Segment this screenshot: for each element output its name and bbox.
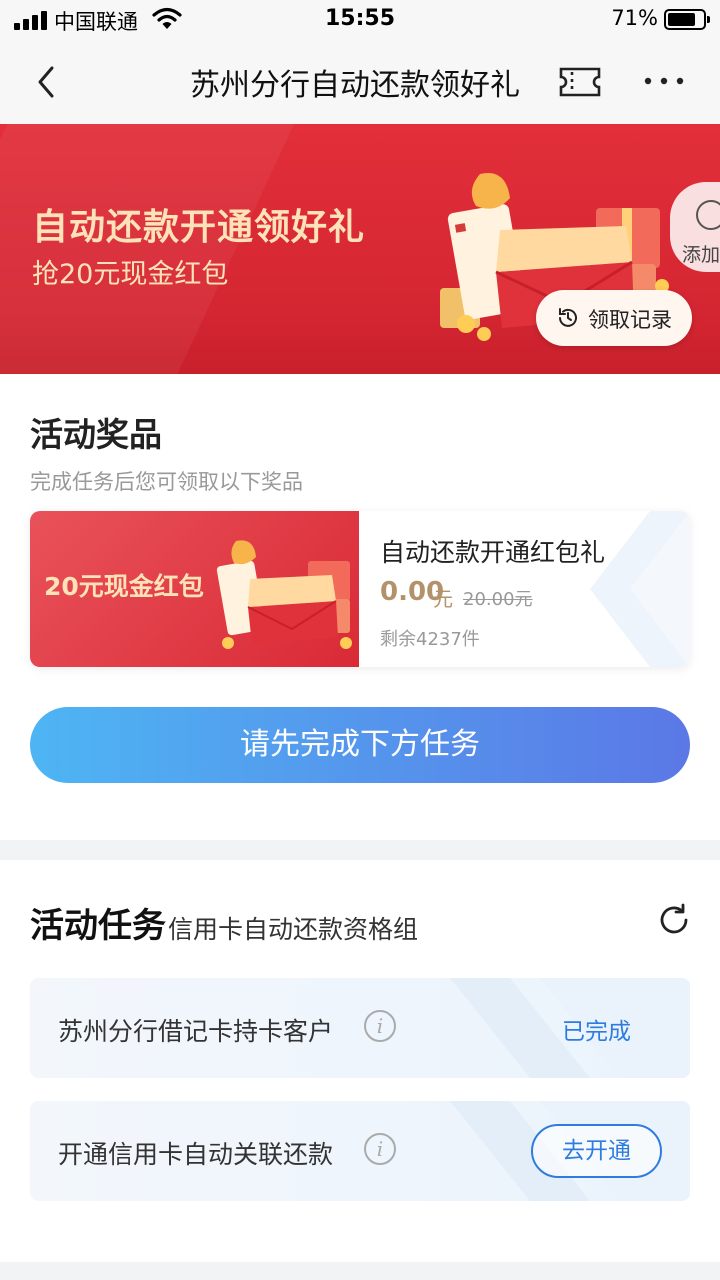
info-icon[interactable]: i bbox=[364, 1010, 396, 1042]
task-group-name: 信用卡自动还款资格组 bbox=[168, 915, 419, 944]
prize-section: 活动奖品 完成任务后您可领取以下奖品 20元现金红包 自动还款开通红包礼 0.0… bbox=[0, 374, 720, 840]
task-label: 开通信用卡自动关联还款 bbox=[58, 1140, 334, 1169]
more-icon[interactable] bbox=[640, 60, 688, 100]
history-icon bbox=[559, 308, 577, 327]
banner-subtitle: 抢20元现金红包 bbox=[32, 259, 229, 290]
back-icon[interactable] bbox=[30, 62, 66, 102]
add-shortcut-button[interactable]: 添加 bbox=[670, 182, 720, 272]
ticket-icon[interactable] bbox=[558, 66, 602, 98]
page-title: 苏州分行自动还款领好礼 bbox=[190, 68, 520, 103]
task-section-title: 活动任务 bbox=[30, 906, 166, 946]
task-section: 活动任务 信用卡自动还款资格组 苏州分行借记卡持卡客户 i 已完成 开通信用卡自… bbox=[0, 860, 720, 1262]
task-status-done: 已完成 bbox=[562, 1019, 631, 1045]
prize-image-label: 20元现金红包 bbox=[44, 572, 204, 601]
prize-section-title: 活动奖品 bbox=[30, 415, 162, 454]
prize-card[interactable]: 20元现金红包 自动还款开通红包礼 0.00 元 20.00元 剩余4237件 bbox=[30, 511, 690, 667]
info-icon[interactable]: i bbox=[364, 1133, 396, 1165]
activate-button[interactable]: 去开通 bbox=[531, 1124, 662, 1178]
prize-section-subtitle: 完成任务后您可领取以下奖品 bbox=[30, 470, 303, 494]
banner-title: 自动还款开通领好礼 bbox=[32, 207, 366, 248]
task-label: 苏州分行借记卡持卡客户 bbox=[58, 1017, 334, 1046]
task-row-debit-card: 苏州分行借记卡持卡客户 i 已完成 bbox=[30, 978, 690, 1078]
prize-info: 自动还款开通红包礼 0.00 元 20.00元 剩余4237件 bbox=[359, 511, 690, 667]
battery-icon bbox=[664, 9, 710, 30]
prize-price-unit: 元 bbox=[433, 587, 453, 611]
refresh-icon[interactable] bbox=[656, 902, 692, 938]
claim-record-button[interactable]: 领取记录 bbox=[536, 290, 692, 346]
prize-stock: 剩余4237件 bbox=[380, 629, 480, 650]
promo-banner: 自动还款开通领好礼 抢20元现金红包 添加 领取记录 bbox=[0, 124, 720, 374]
prize-image: 20元现金红包 bbox=[30, 511, 359, 667]
nav-bar: 苏州分行自动还款领好礼 bbox=[0, 40, 720, 124]
row-decoration bbox=[450, 978, 690, 1078]
claim-record-label: 领取记录 bbox=[588, 308, 672, 332]
red-envelope-illustration bbox=[216, 540, 352, 649]
add-label: 添加 bbox=[682, 244, 720, 266]
clock-icon bbox=[696, 200, 720, 230]
battery-percent: 71% bbox=[611, 6, 658, 30]
status-bar: 中国联通 15:55 71% bbox=[0, 0, 720, 40]
prize-name: 自动还款开通红包礼 bbox=[380, 538, 606, 567]
task-row-auto-repay: 开通信用卡自动关联还款 i 去开通 bbox=[30, 1101, 690, 1201]
complete-tasks-button[interactable]: 请先完成下方任务 bbox=[30, 707, 690, 783]
prize-original-price: 20.00元 bbox=[463, 589, 533, 610]
